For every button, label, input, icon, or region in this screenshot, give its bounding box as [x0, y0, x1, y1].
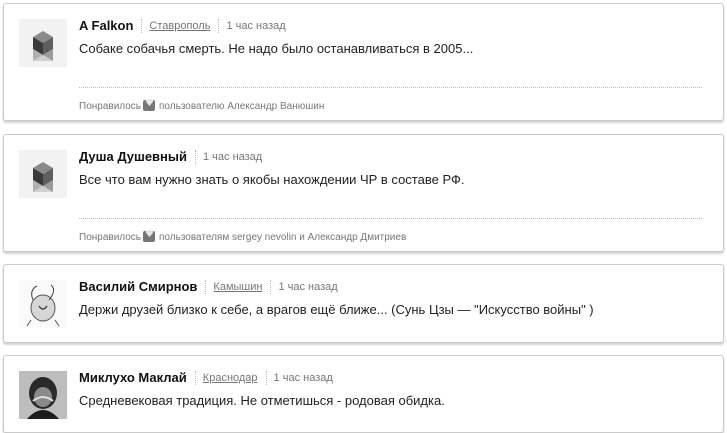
likes-line: Понравилось пользователям sergey nevolin …: [79, 229, 406, 243]
likes-label: Понравилось: [79, 101, 142, 112]
comment-time: 1 час назад: [278, 280, 338, 293]
divider: [194, 149, 196, 164]
comment-time: 1 час назад: [273, 371, 333, 384]
comment-text: Собаке собачья смерть. Не надо было оста…: [79, 41, 474, 56]
author-name[interactable]: Душа Душевный: [79, 149, 187, 164]
divider: [205, 279, 207, 294]
divider: [265, 370, 267, 385]
likes-line: Понравилось пользователю Александр Ванюши…: [79, 98, 324, 112]
author-name[interactable]: Василий Смирнов: [79, 279, 197, 294]
divider: [141, 18, 143, 33]
divider: [270, 279, 272, 294]
divider: [194, 370, 196, 385]
geometric-avatar-icon: [19, 19, 67, 67]
comment-card: Душа Душевный 1 час назад Все что вам нуж…: [3, 134, 724, 252]
author-name[interactable]: A Falkon: [79, 18, 133, 33]
likes-users[interactable]: пользователям sergey nevolin и Александр…: [159, 232, 406, 243]
comment-card: Василий Смирнов Камышин 1 час назад Держи …: [3, 264, 724, 343]
comment-card: Миклухо Маклай Краснодар 1 час назад Средн…: [3, 355, 724, 433]
comment-text: Держи друзей близко к себе, а врагов ещё…: [79, 302, 594, 317]
avatar[interactable]: [19, 280, 67, 328]
dotted-divider: [79, 87, 702, 88]
heart-icon: [143, 229, 156, 242]
comment-meta: Миклухо Маклай Краснодар 1 час назад: [79, 369, 333, 385]
comment-meta: Василий Смирнов Камышин 1 час назад: [79, 278, 338, 294]
comment-meta: Душа Душевный 1 час назад: [79, 148, 262, 164]
author-city-link[interactable]: Краснодар: [203, 372, 258, 384]
divider: [218, 18, 220, 33]
author-name[interactable]: Миклухо Маклай: [79, 370, 187, 385]
author-city-link[interactable]: Ставрополь: [149, 20, 210, 32]
geometric-avatar-icon: [19, 150, 67, 198]
avatar[interactable]: [19, 19, 67, 67]
dotted-divider: [79, 218, 702, 219]
comment-time: 1 час назад: [226, 19, 286, 32]
comment-meta: A Falkon Ставрополь 1 час назад: [79, 17, 286, 33]
comment-time: 1 час назад: [202, 150, 263, 163]
avatar[interactable]: [19, 371, 67, 419]
heart-icon: [143, 98, 156, 111]
avatar[interactable]: [19, 150, 67, 198]
likes-label: Понравилось: [79, 232, 142, 243]
author-city-link[interactable]: Камышин: [213, 281, 262, 293]
comment-card: A Falkon Ставрополь 1 час назад Собаке соб…: [3, 3, 724, 121]
likes-users[interactable]: пользователю Александр Ванюшин: [159, 101, 324, 112]
comment-text: Средневековая традиция. Не отметишься - …: [79, 393, 445, 408]
sketch-avatar-icon: [19, 280, 67, 328]
photo-avatar-icon: [19, 371, 67, 419]
comment-text: Все что вам нужно знать о якобы нахожден…: [79, 172, 465, 187]
